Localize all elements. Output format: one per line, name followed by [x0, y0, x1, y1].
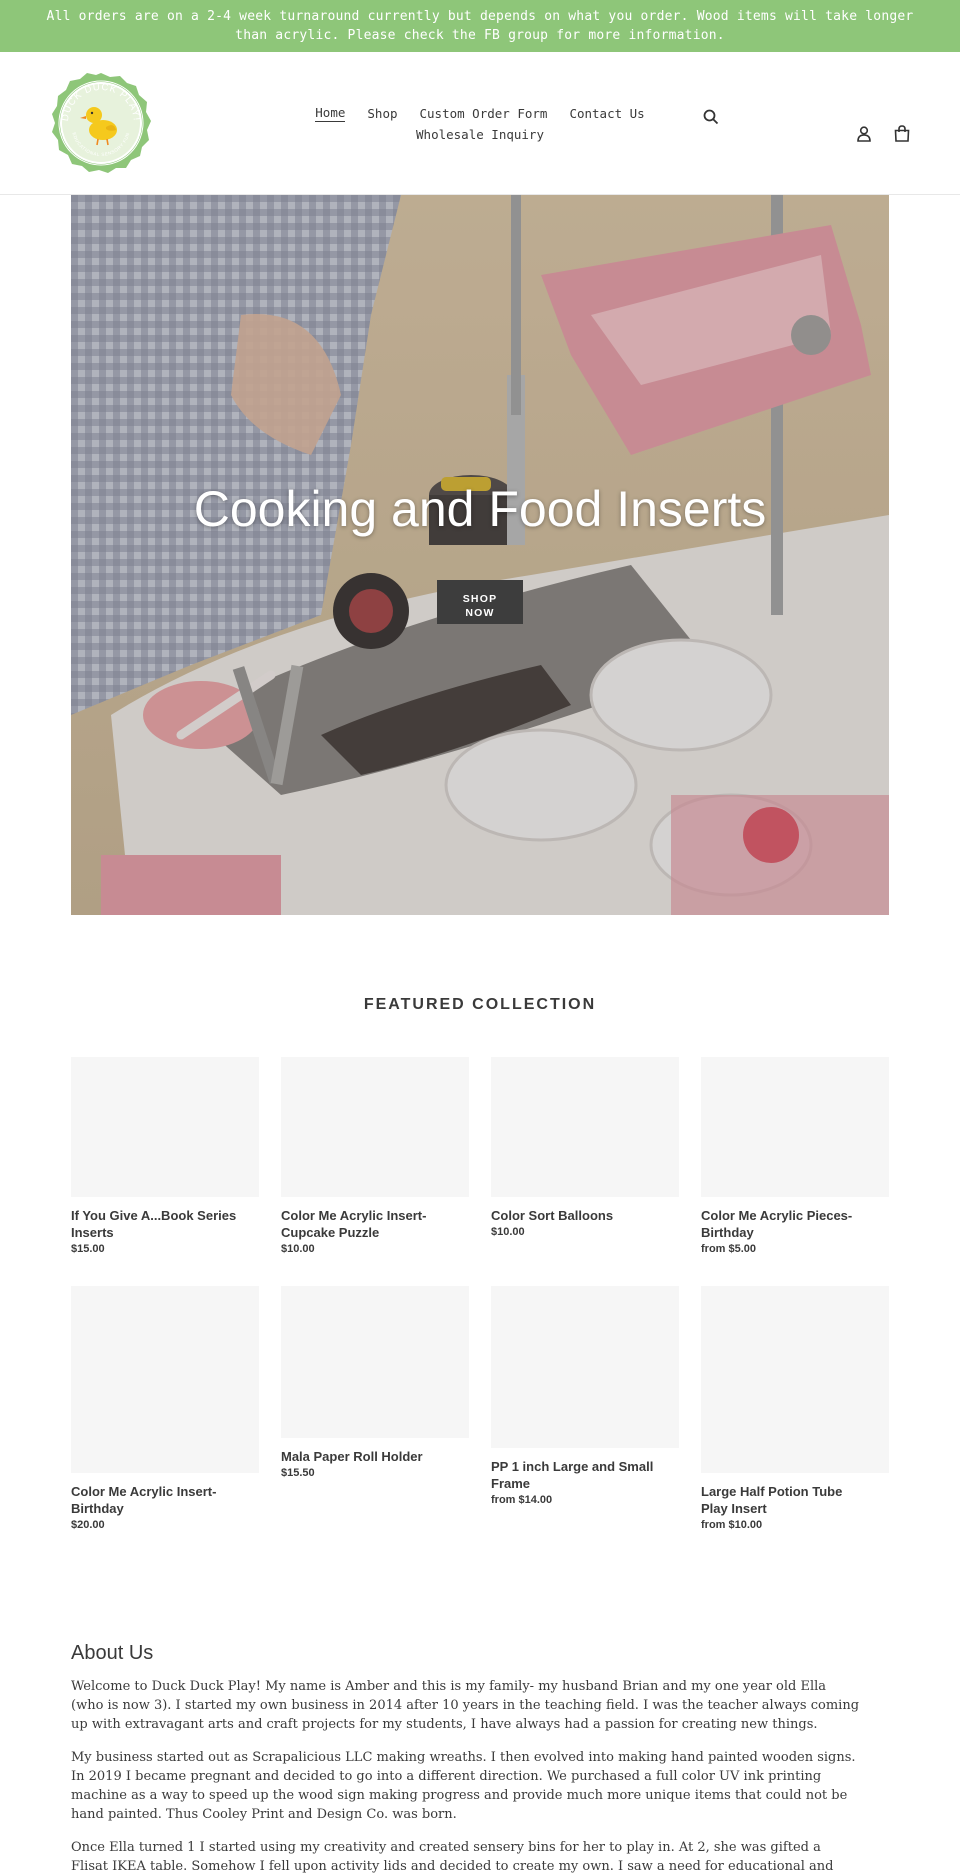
nav-wholesale-link[interactable]: Wholesale Inquiry	[416, 124, 544, 145]
about-paragraph: My business started out as Scrapalicious…	[71, 1750, 856, 1822]
announcement-text: All orders are on a 2-4 week turnaround …	[46, 9, 914, 43]
product-price: $15.50	[281, 1467, 315, 1479]
shop-now-line1: SHOP	[462, 592, 498, 605]
about-title: About Us	[71, 1642, 154, 1664]
product-name[interactable]: If You Give A...Book Series Inserts	[71, 1207, 241, 1241]
search-icon[interactable]	[700, 106, 722, 128]
product-price: from $14.00	[491, 1494, 553, 1506]
product-price: $20.00	[71, 1519, 105, 1531]
site-header: DUCK DUCK PLAY! EDUCATIONAL SENSORY FUN …	[0, 52, 960, 195]
product-card[interactable]: Mala Paper Roll Holder $15.50	[281, 1286, 469, 1480]
product-card[interactable]: Color Me Acrylic Pieces- Birthday from $…	[701, 1057, 889, 1256]
product-name[interactable]: Color Me Acrylic Insert- Cupcake Puzzle	[281, 1207, 451, 1241]
product-name[interactable]: Color Me Acrylic Pieces- Birthday	[701, 1207, 871, 1241]
about-paragraph: Once Ella turned 1 I started using my cr…	[71, 1840, 834, 1874]
product-card[interactable]: Color Me Acrylic Insert- Cupcake Puzzle …	[281, 1057, 469, 1256]
product-image[interactable]	[281, 1057, 469, 1197]
about-paragraph: Welcome to Duck Duck Play! My name is Am…	[71, 1679, 860, 1732]
duck-logo-icon: DUCK DUCK PLAY! EDUCATIONAL SENSORY FUN	[52, 73, 151, 173]
nav-shop-link[interactable]: Shop	[367, 103, 397, 124]
hero-banner	[71, 195, 889, 915]
product-name[interactable]: Large Half Potion Tube Play Insert	[701, 1483, 871, 1517]
account-icon[interactable]	[853, 123, 875, 145]
about-text: Welcome to Duck Duck Play! My name is Am…	[71, 1677, 861, 1875]
product-price: $15.00	[71, 1243, 105, 1255]
product-image[interactable]	[281, 1286, 469, 1438]
product-price: $10.00	[491, 1226, 525, 1238]
product-card[interactable]: If You Give A...Book Series Inserts $15.…	[71, 1057, 259, 1256]
announcement-bar: All orders are on a 2-4 week turnaround …	[0, 0, 960, 52]
product-image[interactable]	[701, 1286, 889, 1473]
product-card[interactable]: PP 1 inch Large and Small Frame from $14…	[491, 1286, 679, 1507]
shop-now-line2: NOW	[465, 606, 495, 619]
hero-title: Cooking and Food Inserts	[193, 481, 767, 537]
main-nav: Home Shop Custom Order Form Contact Us W…	[300, 103, 660, 145]
nav-custom-order-link[interactable]: Custom Order Form	[420, 103, 548, 124]
product-image[interactable]	[71, 1057, 259, 1197]
nav-home-link[interactable]: Home	[315, 105, 346, 122]
product-name[interactable]: Color Sort Balloons	[491, 1207, 661, 1224]
product-price: $10.00	[281, 1243, 315, 1255]
site-logo[interactable]: DUCK DUCK PLAY! EDUCATIONAL SENSORY FUN	[50, 72, 152, 174]
product-price: from $5.00	[701, 1243, 757, 1255]
featured-collection-title: FEATURED COLLECTION	[363, 996, 597, 1013]
nav-contact-link[interactable]: Contact Us	[569, 103, 644, 124]
product-image[interactable]	[491, 1286, 679, 1448]
product-image[interactable]	[71, 1286, 259, 1473]
product-card[interactable]: Color Sort Balloons $10.00	[491, 1057, 679, 1239]
product-image[interactable]	[491, 1057, 679, 1197]
cart-icon[interactable]	[891, 122, 913, 144]
product-name[interactable]: Mala Paper Roll Holder	[281, 1448, 451, 1465]
shop-now-button[interactable]: SHOP NOW	[437, 580, 523, 624]
product-name[interactable]: PP 1 inch Large and Small Frame	[491, 1458, 661, 1492]
product-card[interactable]: Large Half Potion Tube Play Insert from …	[701, 1286, 889, 1532]
product-price: from $10.00	[701, 1519, 763, 1531]
product-image[interactable]	[701, 1057, 889, 1197]
hero-image	[71, 195, 889, 915]
product-name[interactable]: Color Me Acrylic Insert- Birthday	[71, 1483, 241, 1517]
product-card[interactable]: Color Me Acrylic Insert- Birthday $20.00	[71, 1286, 259, 1532]
